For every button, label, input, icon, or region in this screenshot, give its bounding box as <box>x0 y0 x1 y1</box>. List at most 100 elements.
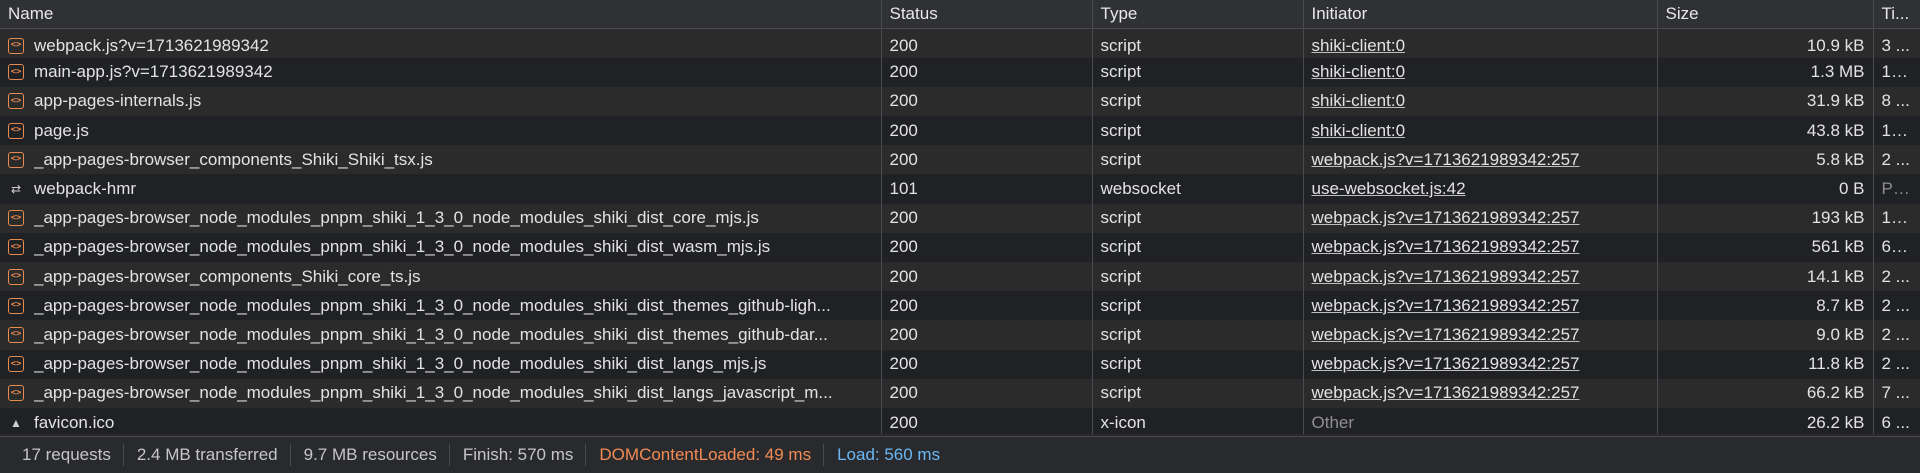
cell-status: 200 <box>881 116 1093 146</box>
name-cell-content: <> webpack.js?v=1713621989342 <box>8 36 873 56</box>
cell-initiator[interactable]: webpack.js?v=1713621989342:257 <box>1303 349 1658 379</box>
initiator-link[interactable]: webpack.js?v=1713621989342:257 <box>1312 354 1580 373</box>
name-cell-content: <> _app-pages-browser_node_modules_pnpm_s… <box>8 383 873 403</box>
summary-bar: 17 requests 2.4 MB transferred 9.7 MB re… <box>0 436 1920 473</box>
cell-time: 3 ... <box>1881 35 1910 55</box>
cell-status: 200 <box>881 145 1093 175</box>
table-row[interactable]: ⇄ webpack-hmr 101 websocket use-websocket.js… <box>0 174 1920 204</box>
cell-name[interactable]: <> _app-pages-browser_node_modules_pnpm_s… <box>0 291 882 321</box>
cell-type: script <box>1092 349 1304 379</box>
name-cell-content: ⇄ webpack-hmr <box>8 179 873 199</box>
script-file-icon: <> <box>8 151 24 168</box>
cell-status: 200 <box>881 407 1093 434</box>
initiator-link[interactable]: webpack.js?v=1713621989342:257 <box>1312 150 1580 169</box>
network-panel: Name Status Type Initiator Size Ti... <>… <box>0 0 1920 473</box>
column-header-size[interactable]: Size <box>1657 0 1874 29</box>
initiator-link[interactable]: webpack.js?v=1713621989342:257 <box>1312 208 1580 227</box>
cell-initiator[interactable]: shiki-client:0 <box>1303 57 1658 87</box>
cell-size: 43.8 kB <box>1657 116 1874 146</box>
table-row[interactable]: <> page.js 200 script shiki-client:0 43.8 kB 1… <box>0 116 1920 146</box>
table-row[interactable]: <> _app-pages-browser_node_modules_pnpm_s… <box>0 349 1920 379</box>
request-name: _app-pages-browser_node_modules_pnpm_shi… <box>34 383 833 403</box>
cell-size: 14.1 kB <box>1657 262 1874 292</box>
table-row[interactable]: <> _app-pages-browser_node_modules_pnpm_s… <box>0 232 1920 262</box>
initiator-link[interactable]: shiki-client:0 <box>1312 121 1406 140</box>
cell-initiator[interactable]: webpack.js?v=1713621989342:257 <box>1303 232 1658 262</box>
table-row[interactable]: <> _app-pages-browser_node_modules_pnpm_s… <box>0 320 1920 350</box>
cell-initiator[interactable]: webpack.js?v=1713621989342:257 <box>1303 203 1658 233</box>
cell-initiator[interactable]: shiki-client:0 <box>1303 116 1658 146</box>
cell-time: 60... <box>1881 237 1915 257</box>
request-name: webpack-hmr <box>34 179 137 199</box>
cell-initiator[interactable]: webpack.js?v=1713621989342:257 <box>1303 320 1658 350</box>
cell-name[interactable]: <> app-pages-internals.js <box>0 86 882 117</box>
cell-initiator[interactable]: webpack.js?v=1713621989342:257 <box>1303 262 1658 292</box>
cell-status: 200 <box>881 203 1093 233</box>
script-file-icon: <> <box>8 326 24 343</box>
table-row[interactable]: ▲ favicon.ico 200 x-icon Other 26.2 kB 6 ... <box>0 407 1920 434</box>
cell-name[interactable]: ⇄ webpack-hmr <box>0 174 882 204</box>
cell-status: 200 <box>881 262 1093 292</box>
cell-name[interactable]: <> main-app.js?v=1713621989342 <box>0 57 882 87</box>
cell-name[interactable]: <> _app-pages-browser_node_modules_pnpm_s… <box>0 378 882 408</box>
request-name: favicon.ico <box>34 412 115 432</box>
cell-initiator[interactable]: shiki-client:0 <box>1303 28 1658 58</box>
cell-initiator[interactable]: webpack.js?v=1713621989342:257 <box>1303 291 1658 321</box>
table-row[interactable]: <> webpack.js?v=1713621989342 200 script shi… <box>0 28 1920 58</box>
cell-size: 26.2 kB <box>1657 407 1874 434</box>
script-file-icon: <> <box>8 239 24 256</box>
cell-name[interactable]: ▲ favicon.ico <box>0 407 882 434</box>
cell-type: script <box>1092 320 1304 350</box>
column-header-status[interactable]: Status <box>881 0 1093 29</box>
request-count: 17 requests <box>0 444 124 466</box>
cell-name[interactable]: <> _app-pages-browser_node_modules_pnpm_s… <box>0 203 882 233</box>
column-header-initiator[interactable]: Initiator <box>1303 0 1658 29</box>
column-header-time[interactable]: Ti... <box>1873 0 1920 29</box>
cell-initiator[interactable]: shiki-client:0 <box>1303 86 1658 117</box>
initiator-link[interactable]: use-websocket.js:42 <box>1312 179 1466 198</box>
table-row[interactable]: <> _app-pages-browser_node_modules_pnpm_s… <box>0 203 1920 233</box>
cell-status: 101 <box>881 174 1093 204</box>
column-header-name[interactable]: Name <box>0 0 882 29</box>
cell-status: 200 <box>881 320 1093 350</box>
cell-name[interactable]: <> _app-pages-browser_components_Shiki_co… <box>0 262 882 292</box>
script-file-icon: <> <box>8 356 24 373</box>
table-row[interactable]: <> _app-pages-browser_components_Shiki_co… <box>0 262 1920 292</box>
cell-status: 200 <box>881 28 1093 58</box>
cell-initiator[interactable]: use-websocket.js:42 <box>1303 174 1658 204</box>
initiator-link[interactable]: webpack.js?v=1713621989342:257 <box>1312 237 1580 256</box>
cell-name[interactable]: <> _app-pages-browser_components_Shiki_Sh… <box>0 145 882 175</box>
initiator-link[interactable]: webpack.js?v=1713621989342:257 <box>1312 325 1580 344</box>
cell-size: 31.9 kB <box>1657 86 1874 117</box>
table-row[interactable]: <> _app-pages-browser_node_modules_pnpm_s… <box>0 378 1920 408</box>
cell-time: 2 ... <box>1881 295 1910 315</box>
column-header-type[interactable]: Type <box>1092 0 1304 29</box>
initiator-link[interactable]: webpack.js?v=1713621989342:257 <box>1312 267 1580 286</box>
table-row[interactable]: <> app-pages-internals.js 200 script shiki-c… <box>0 86 1920 117</box>
initiator-link[interactable]: shiki-client:0 <box>1312 36 1406 55</box>
cell-size: 1.3 MB <box>1657 57 1874 87</box>
cell-name[interactable]: <> _app-pages-browser_node_modules_pnpm_s… <box>0 349 882 379</box>
table-row[interactable]: <> main-app.js?v=1713621989342 200 script sh… <box>0 57 1920 87</box>
cell-name[interactable]: <> _app-pages-browser_node_modules_pnpm_s… <box>0 320 882 350</box>
cell-name[interactable]: <> _app-pages-browser_node_modules_pnpm_s… <box>0 232 882 262</box>
request-name: _app-pages-browser_node_modules_pnpm_shi… <box>34 324 828 344</box>
name-cell-content: <> main-app.js?v=1713621989342 <box>8 62 873 82</box>
cell-initiator[interactable]: webpack.js?v=1713621989342:257 <box>1303 378 1658 408</box>
name-cell-content: <> _app-pages-browser_node_modules_pnpm_s… <box>8 296 873 316</box>
initiator-link[interactable]: shiki-client:0 <box>1312 62 1406 81</box>
script-file-icon: <> <box>8 210 24 227</box>
cell-type: script <box>1092 232 1304 262</box>
cell-time: 6 ... <box>1881 412 1910 432</box>
initiator-link[interactable]: shiki-client:0 <box>1312 91 1406 110</box>
transferred-size: 2.4 MB transferred <box>124 444 291 466</box>
cell-name[interactable]: <> webpack.js?v=1713621989342 <box>0 28 882 58</box>
cell-name[interactable]: <> page.js <box>0 116 882 146</box>
initiator-link[interactable]: webpack.js?v=1713621989342:257 <box>1312 296 1580 315</box>
initiator-link[interactable]: webpack.js?v=1713621989342:257 <box>1312 383 1580 402</box>
script-file-icon: <> <box>8 268 24 285</box>
image-file-icon: ▲ <box>10 415 22 430</box>
table-row[interactable]: <> _app-pages-browser_node_modules_pnpm_s… <box>0 291 1920 321</box>
table-row[interactable]: <> _app-pages-browser_components_Shiki_Sh… <box>0 145 1920 175</box>
cell-initiator[interactable]: webpack.js?v=1713621989342:257 <box>1303 145 1658 175</box>
